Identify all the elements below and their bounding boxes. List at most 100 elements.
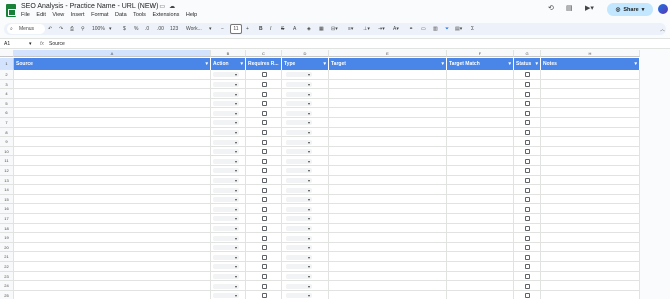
type-dropdown[interactable]: ▾	[286, 235, 312, 241]
row-header-24[interactable]: 24	[0, 281, 14, 291]
type-dropdown[interactable]: ▾	[286, 206, 312, 212]
requires-review-checkbox[interactable]	[262, 293, 267, 299]
functions-icon[interactable]: Σ	[471, 26, 474, 32]
percent-format-button[interactable]: %	[134, 26, 138, 32]
action-dropdown[interactable]: ▾	[213, 72, 239, 78]
comments-icon[interactable]: ▤	[566, 4, 573, 12]
status-checkbox[interactable]	[525, 264, 530, 270]
name-box[interactable]: A1	[4, 41, 10, 47]
undo-icon[interactable]: ↶	[48, 26, 52, 32]
requires-review-checkbox[interactable]	[262, 110, 267, 116]
increase-decimal-button[interactable]: .00	[157, 26, 164, 32]
filter-dropdown-icon[interactable]: ▾	[441, 58, 444, 70]
status-checkbox[interactable]	[525, 168, 530, 174]
row-header-19[interactable]: 19	[0, 233, 14, 243]
text-rotation-icon[interactable]: A▾	[393, 26, 399, 32]
avatar[interactable]	[658, 4, 668, 14]
increase-font-size-icon[interactable]: +	[246, 26, 249, 32]
type-dropdown[interactable]: ▾	[286, 72, 312, 78]
column-header-g[interactable]: G	[514, 50, 541, 57]
spreadsheet-grid[interactable]: A B C D E F G H Source ▾ Action ▾ Requires…	[0, 50, 640, 299]
requires-review-checkbox[interactable]	[262, 158, 267, 164]
filter-dropdown-icon[interactable]: ▾	[535, 58, 538, 70]
filter-dropdown-icon[interactable]: ▾	[323, 58, 326, 70]
row-header-14[interactable]: 14	[0, 185, 14, 195]
type-dropdown[interactable]: ▾	[286, 216, 312, 222]
text-wrap-icon[interactable]: ⇥▾	[378, 26, 385, 32]
status-checkbox[interactable]	[525, 235, 530, 241]
filter-icon[interactable]: ⏷	[445, 26, 449, 32]
action-dropdown[interactable]: ▾	[213, 216, 239, 222]
share-button[interactable]: ◎ Share ▾	[607, 3, 653, 16]
redo-icon[interactable]: ↷	[59, 26, 63, 32]
row-header-18[interactable]: 18	[0, 223, 14, 234]
chevron-down-icon[interactable]: ▾	[109, 26, 112, 32]
requires-review-checkbox[interactable]	[262, 177, 267, 183]
chevron-down-icon[interactable]: ▾	[642, 7, 645, 13]
bold-icon[interactable]: B	[259, 26, 263, 32]
type-dropdown[interactable]: ▾	[286, 264, 312, 270]
status-checkbox[interactable]	[525, 81, 530, 87]
menu-help[interactable]: Help	[186, 12, 197, 18]
requires-review-checkbox[interactable]	[262, 72, 267, 78]
status-checkbox[interactable]	[525, 206, 530, 212]
font-size-input[interactable]: 11	[230, 24, 242, 34]
merge-cells-icon[interactable]: ⊟▾	[331, 26, 338, 32]
requires-review-checkbox[interactable]	[262, 216, 267, 222]
type-dropdown[interactable]: ▾	[286, 149, 312, 155]
borders-icon[interactable]: ▦	[319, 26, 324, 32]
action-dropdown[interactable]: ▾	[213, 293, 239, 299]
history-icon[interactable]: ⟲	[548, 4, 554, 12]
row-header-9[interactable]: 9	[0, 137, 14, 147]
status-checkbox[interactable]	[525, 149, 530, 155]
header-cell-type[interactable]: Type ▾	[282, 58, 329, 70]
column-header-a[interactable]: A	[14, 50, 211, 57]
action-dropdown[interactable]: ▾	[213, 139, 239, 145]
action-dropdown[interactable]: ▾	[213, 245, 239, 251]
row-header-12[interactable]: 12	[0, 166, 14, 176]
status-checkbox[interactable]	[525, 101, 530, 107]
row-header-21[interactable]: 21	[0, 252, 14, 262]
column-header-c[interactable]: C	[246, 50, 282, 57]
header-cell-status[interactable]: Status ▾	[514, 58, 541, 70]
filter-dropdown-icon[interactable]: ▾	[508, 58, 511, 70]
filter-dropdown-icon[interactable]: ▾	[240, 58, 243, 70]
decrease-font-size-icon[interactable]: −	[221, 26, 224, 32]
menu-view[interactable]: View	[52, 12, 64, 18]
status-checkbox[interactable]	[525, 72, 530, 78]
filter-views-icon[interactable]: ▤▾	[455, 26, 462, 32]
header-cell-target[interactable]: Target ▾	[329, 58, 447, 70]
row-header-16[interactable]: 16	[0, 204, 14, 214]
requires-review-checkbox[interactable]	[262, 245, 267, 251]
italic-icon[interactable]: I	[270, 26, 271, 32]
insert-comment-icon[interactable]: ▭	[421, 26, 426, 32]
type-dropdown[interactable]: ▾	[286, 293, 312, 299]
column-header-d[interactable]: D	[282, 50, 329, 57]
menu-format[interactable]: Format	[91, 12, 108, 18]
column-header-h[interactable]: H	[541, 50, 640, 57]
requires-review-checkbox[interactable]	[262, 129, 267, 135]
action-dropdown[interactable]: ▾	[213, 273, 239, 279]
action-dropdown[interactable]: ▾	[213, 158, 239, 164]
number-format-button[interactable]: 123	[170, 26, 178, 32]
row-header-25[interactable]: 25	[0, 290, 14, 299]
requires-review-checkbox[interactable]	[262, 273, 267, 279]
action-dropdown[interactable]: ▾	[213, 254, 239, 260]
row-header-13[interactable]: 13	[0, 175, 14, 186]
action-dropdown[interactable]: ▾	[213, 264, 239, 270]
type-dropdown[interactable]: ▾	[286, 254, 312, 260]
status-checkbox[interactable]	[525, 273, 530, 279]
status-checkbox[interactable]	[525, 216, 530, 222]
menu-data[interactable]: Data	[115, 12, 127, 18]
requires-review-checkbox[interactable]	[262, 91, 267, 97]
status-checkbox[interactable]	[525, 91, 530, 97]
insert-link-icon[interactable]: ⚭	[409, 26, 413, 32]
action-dropdown[interactable]: ▾	[213, 283, 239, 289]
row-header-23[interactable]: 23	[0, 271, 14, 282]
status-checkbox[interactable]	[525, 110, 530, 116]
action-dropdown[interactable]: ▾	[213, 110, 239, 116]
row-header-11[interactable]: 11	[0, 156, 14, 166]
status-checkbox[interactable]	[525, 129, 530, 135]
status-checkbox[interactable]	[525, 283, 530, 289]
requires-review-checkbox[interactable]	[262, 206, 267, 212]
